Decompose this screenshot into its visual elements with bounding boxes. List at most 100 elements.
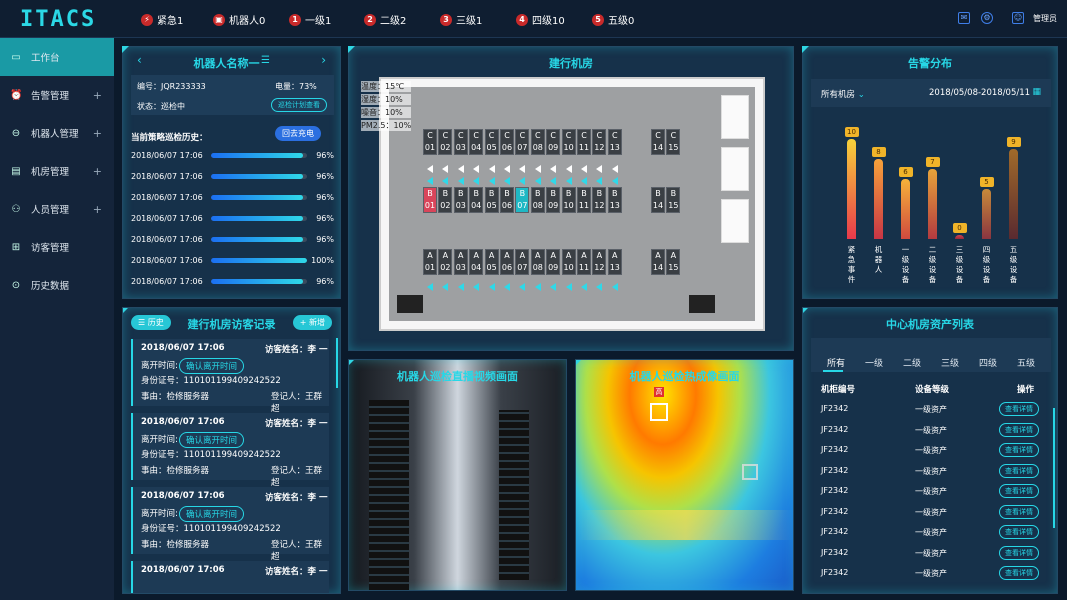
alarm-level-3[interactable]: 1 一级1 [289,12,331,27]
visitor-card[interactable]: 2018/06/07 17:06 访客姓名：李 一 [131,561,329,593]
sidebar-item-3[interactable]: ▤ 机房管理 + [0,152,114,190]
rack-A04[interactable]: A 04 [469,249,484,275]
rack-B10[interactable]: B 10 [561,187,576,213]
scrollbar[interactable] [336,338,338,388]
view-detail-button[interactable]: 查看详情 [999,463,1039,478]
add-visitor-button[interactable]: + 新增 [292,315,332,330]
rack-B11[interactable]: B 11 [577,187,591,213]
confirm-leave-button[interactable]: 确认离开时间 [179,358,245,374]
rack-A10[interactable]: A 10 [561,249,576,275]
scrollbar[interactable] [1053,408,1055,528]
rack-B06[interactable]: B 06 [500,187,514,213]
alarm-bar[interactable] [1009,149,1018,239]
visitor-card[interactable]: 2018/06/07 17:06 访客姓名：李 一离开时间: 确认离开时间 身份证号：… [131,487,329,562]
list-icon[interactable]: ☰ [261,55,270,66]
rack-A15[interactable]: A 15 [666,249,681,275]
rack-A13[interactable]: A 13 [607,249,622,275]
asset-tab-5[interactable]: 五级 [1017,356,1035,369]
rack-B04[interactable]: B 04 [469,187,484,213]
alarm-bar[interactable] [928,169,937,239]
rack-A09[interactable]: A 09 [546,249,561,275]
sidebar-item-5[interactable]: ⊞ 访客管理 [0,228,114,266]
rack-C08[interactable]: C 08 [530,129,545,155]
rack-C05[interactable]: C 05 [484,129,499,155]
view-detail-button[interactable]: 查看详情 [999,504,1039,519]
visitor-card[interactable]: 2018/06/07 17:06 访客姓名：李 一离开时间: 确认离开时间 身份证号：… [131,413,329,488]
rack-A07[interactable]: A 07 [515,249,530,275]
expand-icon[interactable]: + [93,89,102,102]
view-detail-button[interactable]: 查看详情 [999,566,1039,580]
rack-B05[interactable]: B 05 [484,187,499,213]
alarm-level-4[interactable]: 2 二级2 [364,12,406,27]
rack-B13[interactable]: B 13 [607,187,622,213]
sidebar-item-2[interactable]: ⊖ 机器人管理 + [0,114,114,152]
thermal-panel[interactable]: 机器人巡检热成像画面 高 [575,359,794,591]
asset-tab-2[interactable]: 二级 [903,356,921,369]
rack-A06[interactable]: A 06 [500,249,514,275]
rack-B02[interactable]: B 02 [438,187,453,213]
confirm-leave-button[interactable]: 确认离开时间 [179,506,245,522]
rack-B01[interactable]: B 01 [423,187,437,213]
sidebar-item-1[interactable]: ⏰ 告警管理 + [0,76,114,114]
alarm-bar[interactable] [847,139,856,239]
alarm-bar[interactable] [982,189,991,239]
view-detail-button[interactable]: 查看详情 [999,545,1039,560]
user-name[interactable]: 管理员 [1033,13,1057,24]
rack-C02[interactable]: C 02 [438,129,453,155]
rack-A03[interactable]: A 03 [453,249,468,275]
expand-icon[interactable]: + [93,203,102,216]
rack-A14[interactable]: A 14 [651,249,665,275]
rack-C11[interactable]: C 11 [577,129,591,155]
rack-C10[interactable]: C 10 [561,129,576,155]
rack-C09[interactable]: C 09 [546,129,561,155]
user-icon[interactable]: ☺ [1012,12,1024,24]
alarm-bar[interactable] [874,159,883,239]
alarm-bar[interactable] [955,235,964,239]
rack-C13[interactable]: C 13 [607,129,622,155]
rack-B09[interactable]: B 09 [546,187,561,213]
rack-A11[interactable]: A 11 [577,249,591,275]
view-detail-button[interactable]: 查看详情 [999,402,1039,416]
confirm-leave-button[interactable]: 确认离开时间 [179,432,245,448]
view-detail-button[interactable]: 查看详情 [999,484,1039,498]
camera-panel[interactable]: 机器人巡检直播视频画面 [348,359,567,591]
rack-C03[interactable]: C 03 [453,129,468,155]
gear-icon[interactable]: ⚙ [981,12,993,24]
rack-B03[interactable]: B 03 [453,187,468,213]
rack-A12[interactable]: A 12 [592,249,607,275]
rack-B12[interactable]: B 12 [592,187,607,213]
recharge-button[interactable]: 回去充电 [275,126,321,141]
rack-B14[interactable]: B 14 [651,187,665,213]
asset-tab-3[interactable]: 三级 [941,356,959,369]
rack-B07[interactable]: B 07 [515,187,530,213]
asset-tab-1[interactable]: 一级 [865,356,883,369]
view-detail-button[interactable]: 查看详情 [999,443,1039,457]
alarm-level-6[interactable]: 4 四级10 [516,12,565,27]
expand-icon[interactable]: + [93,165,102,178]
alarm-level-5[interactable]: 3 三级1 [440,12,482,27]
mail-icon[interactable]: ✉ [958,12,970,24]
sidebar-item-4[interactable]: ⚇ 人员管理 + [0,190,114,228]
plan-button[interactable]: 巡检计划查看 [271,98,327,112]
visitor-card[interactable]: 2018/06/07 17:06 访客姓名：李 一离开时间: 确认离开时间 身份证号：… [131,339,329,414]
rack-A05[interactable]: A 05 [484,249,499,275]
rack-A08[interactable]: A 08 [530,249,545,275]
rack-C06[interactable]: C 06 [500,129,514,155]
sidebar-item-0[interactable]: ▭ 工作台 [0,38,114,76]
rack-C12[interactable]: C 12 [592,129,607,155]
rack-C15[interactable]: C 15 [666,129,681,155]
sidebar-item-6[interactable]: ⊙ 历史数据 [0,266,114,304]
rack-A02[interactable]: A 02 [438,249,453,275]
view-detail-button[interactable]: 查看详情 [999,422,1039,437]
rack-C07[interactable]: C 07 [515,129,530,155]
rack-C01[interactable]: C 01 [423,129,437,155]
rack-A01[interactable]: A 01 [423,249,437,275]
rack-C04[interactable]: C 04 [469,129,484,155]
alarm-level-1[interactable]: ⚡ 紧急1 [141,12,183,27]
rack-C14[interactable]: C 14 [651,129,665,155]
rack-B08[interactable]: B 08 [530,187,545,213]
asset-tab-4[interactable]: 四级 [979,356,997,369]
alarm-bar[interactable] [901,179,910,239]
alarm-level-7[interactable]: 5 五级0 [592,12,634,27]
view-detail-button[interactable]: 查看详情 [999,525,1039,539]
